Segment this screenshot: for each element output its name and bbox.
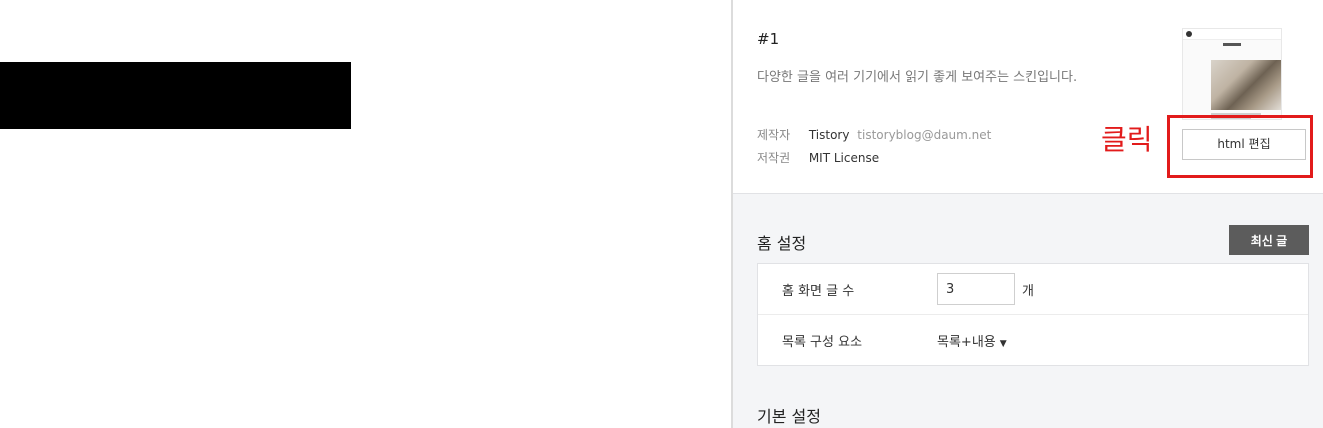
click-annotation-label: 클릭 bbox=[1101, 123, 1153, 156]
caret-down-icon: ▼ bbox=[999, 339, 1007, 349]
page: #1 다양한 글을 여러 기기에서 읽기 좋게 보여주는 스킨입니다. 제작자 … bbox=[0, 0, 1323, 428]
skin-description: 다양한 글을 여러 기기에서 읽기 좋게 보여주는 스킨입니다. bbox=[757, 70, 1078, 85]
thumbnail-logo bbox=[1186, 31, 1192, 37]
latest-posts-button[interactable]: 최신 글 bbox=[1229, 225, 1309, 255]
list-component-label: 목록 구성 요소 bbox=[782, 335, 863, 350]
thumbnail-title bbox=[1223, 43, 1241, 46]
list-component-row: 목록 구성 요소 목록+내용 ▼ bbox=[758, 315, 1308, 365]
skin-info-card: #1 다양한 글을 여러 기기에서 읽기 좋게 보여주는 스킨입니다. 제작자 … bbox=[733, 0, 1323, 194]
basic-settings-title: 기본 설정 bbox=[757, 407, 821, 426]
license-label: 저작권 bbox=[757, 151, 791, 165]
thumbnail-photo bbox=[1211, 60, 1281, 110]
post-count-input[interactable] bbox=[937, 273, 1015, 305]
post-count-label: 홈 화면 글 수 bbox=[782, 284, 855, 299]
skin-settings-panel: #1 다양한 글을 여러 기기에서 읽기 좋게 보여주는 스킨입니다. 제작자 … bbox=[733, 0, 1323, 428]
creator-email: tistoryblog@daum.net bbox=[857, 128, 992, 142]
license-value: MIT License bbox=[808, 151, 880, 165]
list-component-value: 목록+내용 bbox=[937, 335, 996, 350]
creator-name: Tistory bbox=[808, 128, 850, 142]
list-component-select[interactable]: 목록+내용 ▼ bbox=[937, 331, 1007, 350]
license-row: 저작권 MIT License bbox=[757, 149, 879, 166]
skin-number: #1 bbox=[757, 30, 780, 48]
creator-row: 제작자 Tistory tistoryblog@daum.net bbox=[757, 126, 991, 143]
blog-preview-pane bbox=[0, 0, 731, 428]
creator-label: 제작자 bbox=[757, 128, 791, 142]
post-count-unit: 개 bbox=[1022, 284, 1034, 299]
thumbnail-header bbox=[1183, 29, 1281, 40]
redacted-area bbox=[0, 62, 351, 129]
click-annotation-highlight bbox=[1167, 115, 1313, 178]
home-settings-box: 홈 화면 글 수 개 목록 구성 요소 목록+내용▼ bbox=[757, 263, 1309, 366]
home-settings-title: 홈 설정 bbox=[757, 234, 807, 253]
skin-thumbnail bbox=[1182, 28, 1282, 120]
post-count-row: 홈 화면 글 수 개 bbox=[758, 264, 1308, 315]
